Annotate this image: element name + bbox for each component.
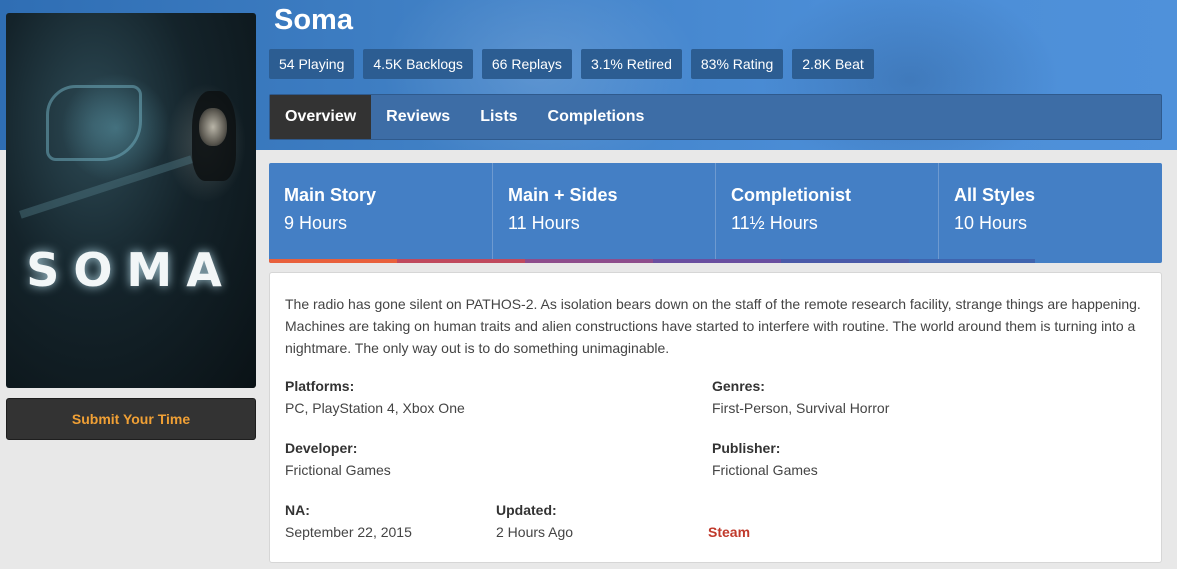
cover-machine-shape [46,85,142,161]
developer-value: Frictional Games [285,462,391,478]
time-completionist: Completionist 11½ Hours [715,163,938,259]
developer-label: Developer: [285,440,358,456]
publisher-value: Frictional Games [712,462,818,478]
section-tabs: Overview Reviews Lists Completions [269,94,1162,140]
tab-reviews[interactable]: Reviews [371,95,465,139]
publisher-label: Publisher: [712,440,781,456]
game-page: SOMA Submit Your Time Soma 54 Playing 4.… [0,0,1177,569]
stat-backlogs[interactable]: 4.5K Backlogs [363,49,473,79]
time-label: Main + Sides [508,185,618,205]
tab-completions[interactable]: Completions [533,95,660,139]
completion-times: Main Story 9 Hours Main + Sides 11 Hours… [269,163,1162,263]
steam-store-link[interactable]: Steam [708,524,750,540]
time-bar-segment [781,259,909,263]
time-value: 11 Hours [508,213,580,233]
game-cover-art: SOMA [6,13,256,388]
time-bar-segment [653,259,781,263]
time-main-story: Main Story 9 Hours [269,163,492,259]
time-value: 11½ Hours [731,213,818,233]
updated-label: Updated: [496,502,557,518]
time-bar-segment [397,259,525,263]
time-label: All Styles [954,185,1036,205]
submit-time-button[interactable]: Submit Your Time [6,398,256,440]
release-na-label: NA: [285,502,310,518]
release-na-value: September 22, 2015 [285,524,412,540]
stat-replays[interactable]: 66 Replays [481,49,572,79]
cover-logo: SOMA [26,243,236,297]
stat-retired[interactable]: 3.1% Retired [580,49,682,79]
game-info-card: The radio has gone silent on PATHOS-2. A… [269,272,1162,563]
time-main-sides: Main + Sides 11 Hours [492,163,715,259]
game-description: The radio has gone silent on PATHOS-2. A… [285,296,1141,356]
stat-rating[interactable]: 83% Rating [690,49,784,79]
cover-figure-face [199,108,227,146]
tab-lists[interactable]: Lists [465,95,532,139]
time-label: Main Story [284,185,377,205]
game-title: Soma [274,4,353,36]
time-bar-segment [269,259,397,263]
platforms-value: PC, PlayStation 4, Xbox One [285,400,465,416]
updated-value: 2 Hours Ago [496,524,574,540]
time-all-styles: All Styles 10 Hours [938,163,1161,259]
genres-value: First-Person, Survival Horror [712,400,890,416]
time-value: 9 Hours [284,213,348,233]
time-label: Completionist [731,185,851,205]
stats-bar: 54 Playing 4.5K Backlogs 66 Replays 3.1%… [269,49,883,79]
time-bar-segment [525,259,653,263]
platforms-label: Platforms: [285,378,355,394]
stat-beat[interactable]: 2.8K Beat [792,49,874,79]
genres-label: Genres: [712,378,765,394]
stat-playing[interactable]: 54 Playing [269,49,355,79]
time-bar-segment [909,259,1035,263]
time-value: 10 Hours [954,213,1028,233]
tab-overview[interactable]: Overview [270,95,372,139]
